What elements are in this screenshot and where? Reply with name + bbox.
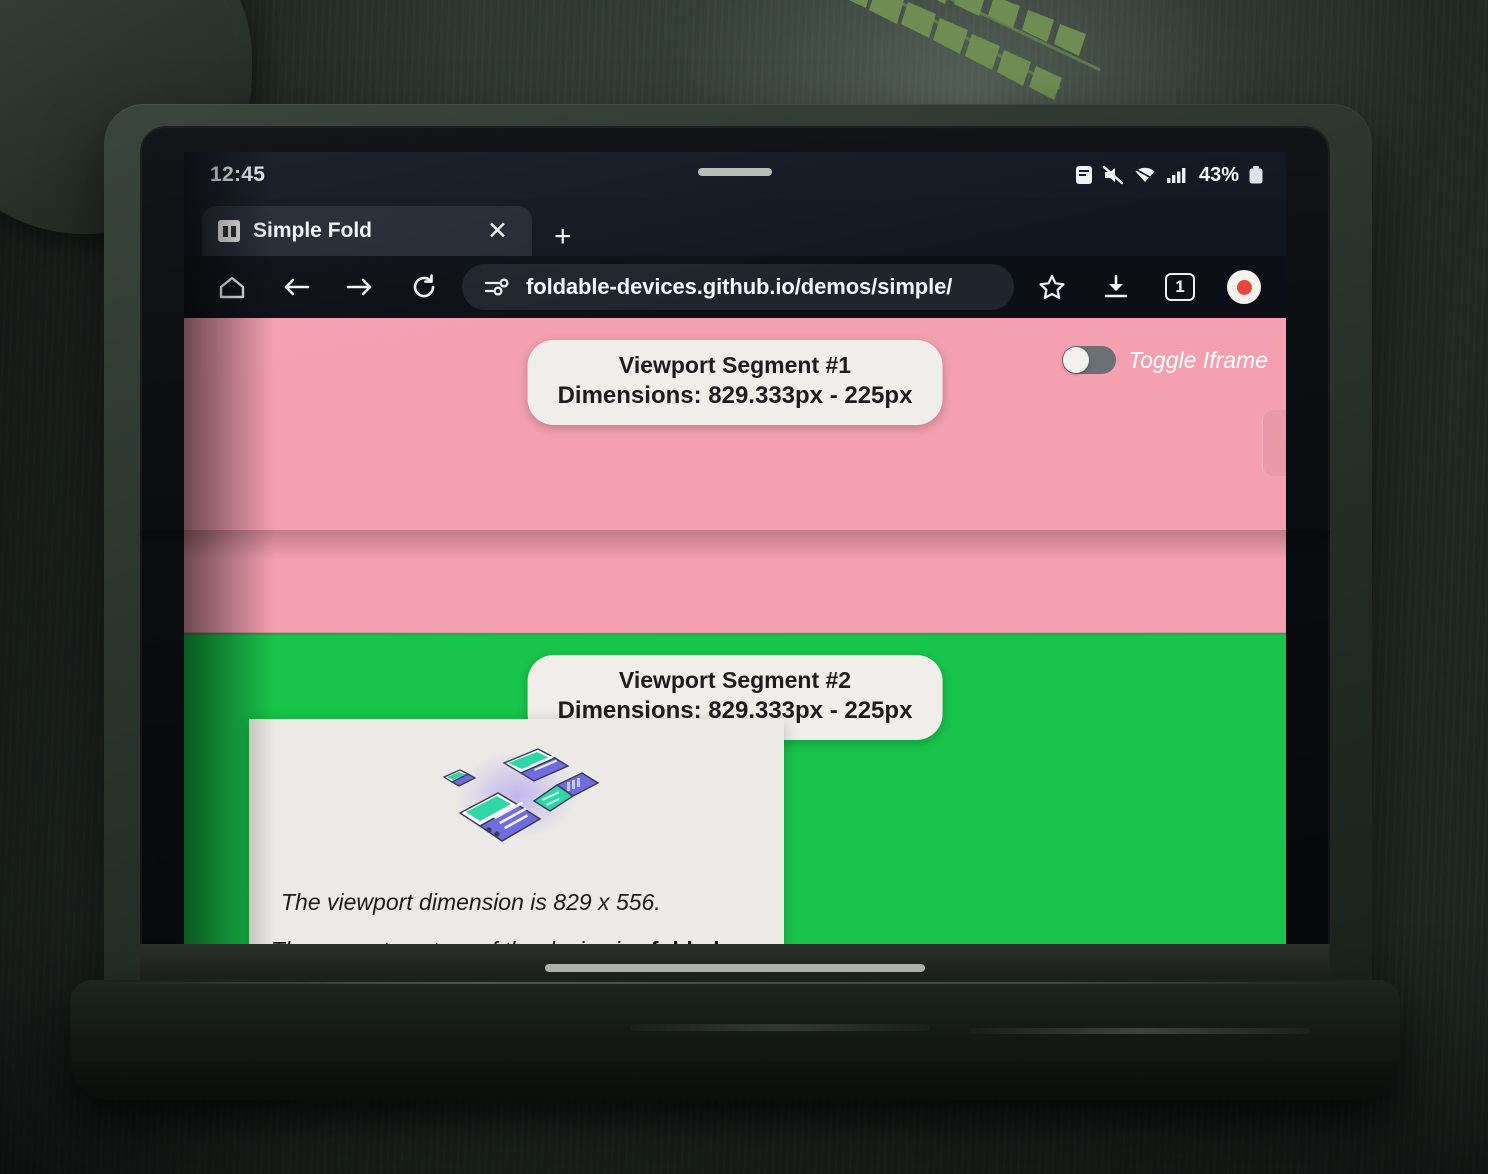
battery-icon <box>1249 166 1263 184</box>
viewport-segment-1: Viewport Segment #1 Dimensions: 829.333p… <box>184 318 1286 633</box>
browser-tab-strip: Simple Fold ✕ + <box>184 198 1286 256</box>
case-lip-highlight <box>84 982 1386 984</box>
home-button[interactable] <box>200 262 264 312</box>
profile-button[interactable] <box>1212 262 1276 312</box>
case-lip-groove-right <box>970 1028 1310 1034</box>
new-tab-button[interactable]: + <box>532 218 582 256</box>
device-screen: 12:45 43% Simple Fold ✕ + foldable-devic… <box>184 152 1286 948</box>
tab-switcher-button[interactable]: 1 <box>1148 262 1212 312</box>
cellular-signal-icon <box>1166 168 1186 183</box>
status-clock: 12:45 <box>210 163 266 186</box>
segment-1-dimensions: Dimensions: 829.333px - 225px <box>557 382 913 410</box>
tune-icon[interactable] <box>484 275 510 299</box>
vibrate-off-icon <box>1102 165 1124 185</box>
toggle-iframe-switch[interactable] <box>1062 346 1117 374</box>
back-button[interactable] <box>264 262 328 312</box>
device-side-button <box>1262 410 1286 476</box>
close-tab-icon[interactable]: ✕ <box>477 215 518 248</box>
case-bottom-lip <box>70 980 1400 1100</box>
url-text: foldable-devices.github.io/demos/simple/ <box>526 274 953 299</box>
viewport-dimension-text: The viewport dimension is 829 x 556. <box>281 889 661 915</box>
star-icon <box>1039 274 1065 299</box>
profile-avatar-icon <box>1227 270 1261 304</box>
browser-toolbar: foldable-devices.github.io/demos/simple/… <box>184 256 1286 318</box>
address-bar[interactable]: foldable-devices.github.io/demos/simple/ <box>462 264 1014 310</box>
forward-button[interactable] <box>328 262 392 312</box>
foldable-laptops-icon <box>442 748 599 842</box>
android-status-bar: 12:45 43% <box>184 152 1286 198</box>
download-button[interactable] <box>1084 262 1148 312</box>
back-arrow-icon <box>284 278 310 296</box>
tab-title: Simple Fold <box>253 219 373 242</box>
toggle-iframe-control[interactable]: Toggle Iframe <box>1062 346 1268 374</box>
app-notification-icon <box>1075 166 1092 184</box>
status-icon-group: 43% <box>1075 164 1264 187</box>
forward-arrow-icon <box>346 278 372 296</box>
tab-count-label: 1 <box>1165 273 1195 301</box>
wifi-icon <box>1135 167 1155 182</box>
simple-fold-favicon-icon <box>218 220 240 242</box>
segment-1-title: Viewport Segment #1 <box>618 352 852 378</box>
bookmark-button[interactable] <box>1020 262 1084 312</box>
home-icon <box>219 276 245 299</box>
toggle-iframe-label: Toggle Iframe <box>1128 346 1268 373</box>
download-icon <box>1104 274 1128 298</box>
viewport-segment-2: Viewport Segment #2 Dimensions: 829.333p… <box>184 633 1286 948</box>
foldable-devices-illustration <box>422 729 612 861</box>
web-page-content: Viewport Segment #1 Dimensions: 829.333p… <box>184 318 1286 948</box>
case-lip-groove-left <box>630 1024 930 1031</box>
segment-1-label: Viewport Segment #1 Dimensions: 829.333p… <box>527 340 943 426</box>
fern-leaf-icon <box>848 0 1101 100</box>
toggle-knob <box>1063 347 1090 373</box>
fern-plant <box>830 0 1120 110</box>
speaker-grille <box>698 168 772 176</box>
segment-2-title: Viewport Segment #2 <box>618 667 852 693</box>
foldable-device: 12:45 43% Simple Fold ✕ + foldable-devic… <box>140 126 1330 1016</box>
reload-icon <box>413 274 435 298</box>
battery-percent-label: 43% <box>1198 163 1239 186</box>
browser-tab[interactable]: Simple Fold ✕ <box>202 206 532 256</box>
gesture-navigation-bar[interactable] <box>545 964 925 972</box>
info-card: The viewport dimension is 829 x 556. The… <box>249 719 784 948</box>
reload-button[interactable] <box>392 262 456 312</box>
